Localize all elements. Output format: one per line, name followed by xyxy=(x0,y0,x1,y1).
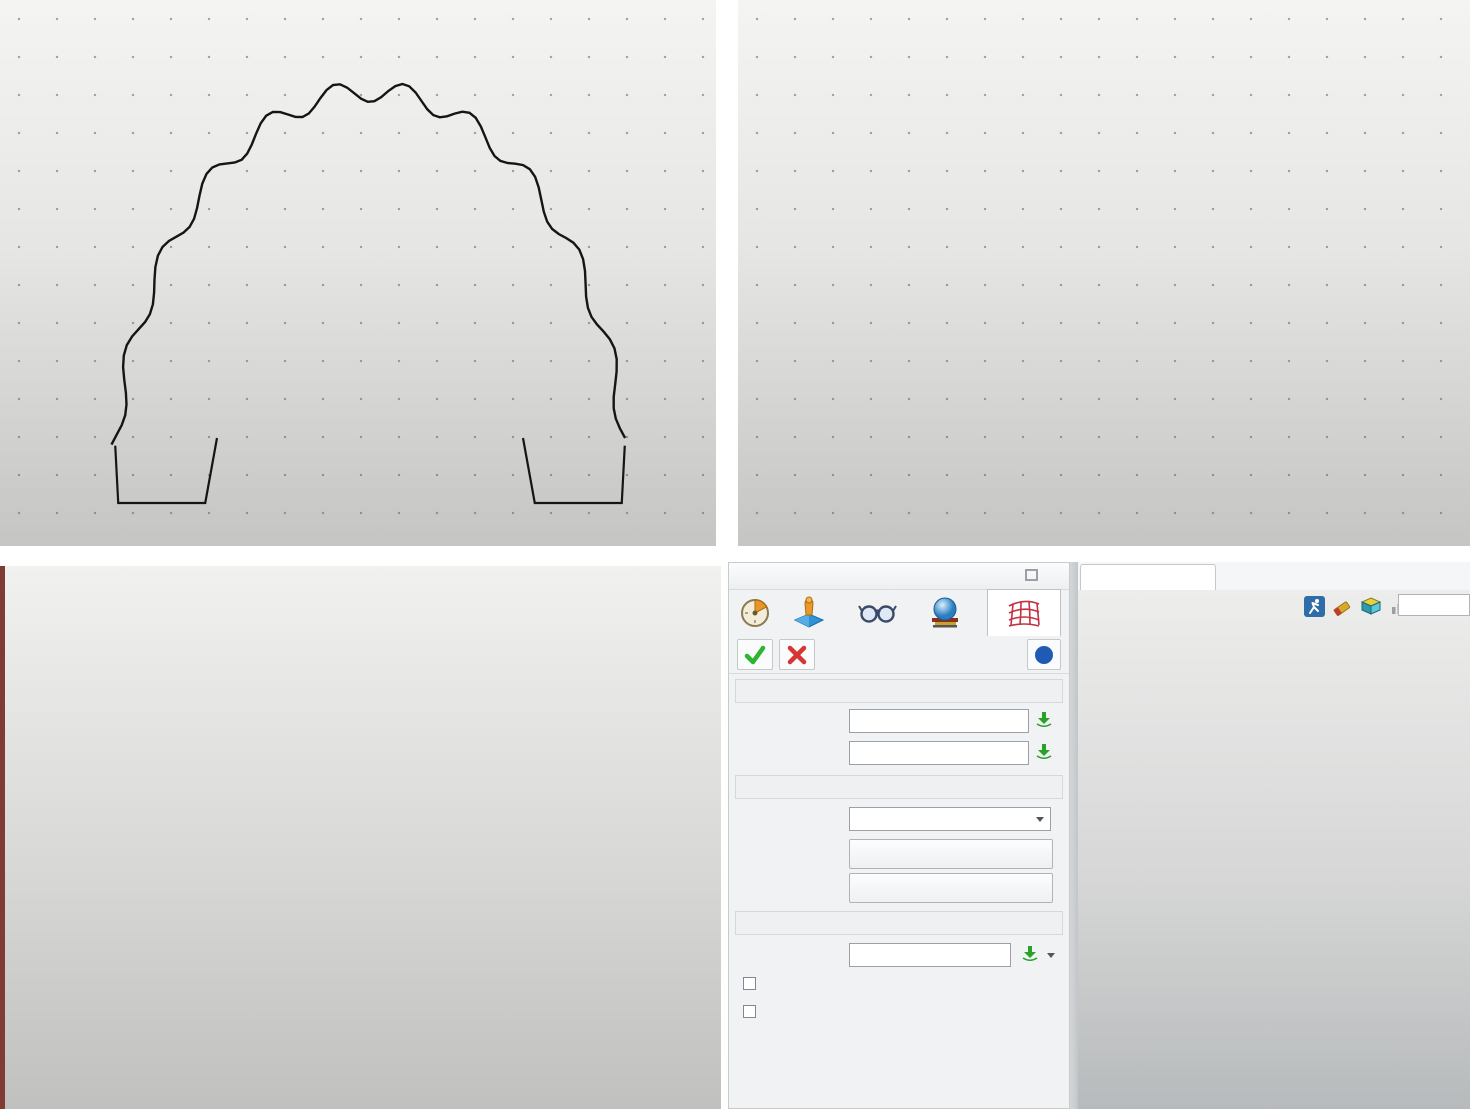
gauge-icon[interactable] xyxy=(737,594,773,630)
section-required[interactable] xyxy=(735,679,1063,703)
collage-root xyxy=(0,0,1470,1109)
dialog-titlebar xyxy=(729,563,1069,590)
panel-fig13-3d xyxy=(0,566,721,1109)
dialog-toolbar xyxy=(729,589,1069,635)
uv-surface-dialog xyxy=(728,562,1070,1109)
remove-tangent-button[interactable] xyxy=(849,873,1053,903)
render-canvas-fig14 xyxy=(1078,590,1470,1109)
pick-u-icon[interactable] xyxy=(1035,710,1053,729)
checkbox-unchecked-icon[interactable] xyxy=(743,1005,756,1018)
pick-tolerance-icon[interactable] xyxy=(1021,944,1039,963)
uv-surface-icon[interactable] xyxy=(987,589,1061,636)
glasses-icon[interactable] xyxy=(857,594,897,630)
cancel-x-icon[interactable] xyxy=(779,639,815,670)
info-icon[interactable] xyxy=(1027,639,1061,670)
box-icon[interactable] xyxy=(1360,596,1383,617)
stamp-icon[interactable] xyxy=(791,594,827,630)
quick-input-field[interactable] xyxy=(1398,594,1470,616)
viewport-3d[interactable] xyxy=(1078,590,1470,1109)
arch-outline xyxy=(112,84,626,445)
render-canvas-fig13 xyxy=(5,566,716,1109)
tab-part002[interactable] xyxy=(1080,564,1216,590)
eraser-icon[interactable] xyxy=(1332,596,1353,617)
keep-curves-row[interactable] xyxy=(743,1005,763,1018)
chevron-down-icon xyxy=(1036,817,1044,822)
panel-fig12-sketch xyxy=(738,0,1470,546)
panel-fig11-sketch xyxy=(0,0,716,546)
panel-splitter[interactable] xyxy=(1070,562,1078,1109)
close-icon[interactable] xyxy=(1047,568,1063,582)
u-curves-input[interactable] xyxy=(849,709,1029,733)
v-curves-input[interactable] xyxy=(849,741,1029,765)
panel-fig14-app xyxy=(728,562,1470,1109)
sketch-canvas-fig12 xyxy=(738,0,1470,546)
continuity-select[interactable] xyxy=(849,807,1051,831)
escape-runner-icon[interactable] xyxy=(1304,596,1325,617)
section-settings[interactable] xyxy=(735,911,1063,935)
section-boundary[interactable] xyxy=(735,775,1063,799)
arch-sketch xyxy=(112,84,626,503)
undock-icon[interactable] xyxy=(1023,568,1039,582)
sphere-icon[interactable] xyxy=(925,594,965,630)
pick-v-icon[interactable] xyxy=(1035,742,1053,761)
checkbox-checked-icon[interactable] xyxy=(743,977,756,990)
viewport-minitoolbar xyxy=(1304,596,1411,617)
ok-check-icon[interactable] xyxy=(737,639,773,670)
extend-to-intersection-row[interactable] xyxy=(743,977,763,990)
tolerance-options-caret[interactable] xyxy=(1047,953,1055,958)
tolerance-input[interactable] xyxy=(849,943,1011,967)
sketch-canvas-fig11 xyxy=(0,0,716,546)
add-tangent-button[interactable] xyxy=(849,839,1053,869)
document-tabbar xyxy=(1078,562,1470,591)
dialog-action-row xyxy=(729,635,1069,674)
viewport-area xyxy=(1078,562,1470,1109)
